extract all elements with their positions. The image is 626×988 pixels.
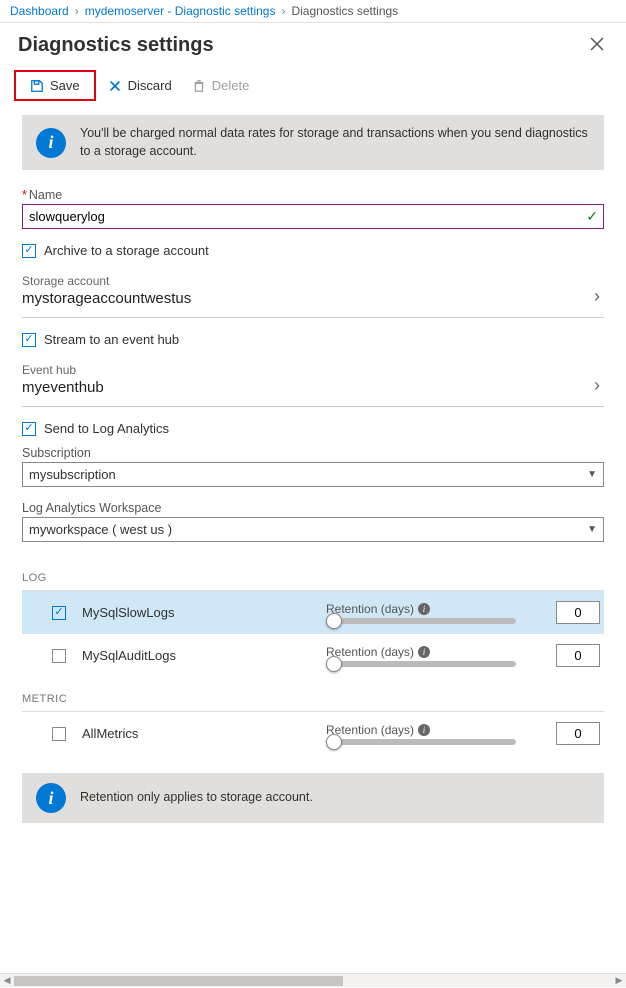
info-icon[interactable]: i bbox=[418, 646, 430, 658]
info-banner-retention: i Retention only applies to storage acco… bbox=[22, 773, 604, 823]
chevron-down-icon: ▼ bbox=[587, 469, 597, 480]
chevron-right-icon: › bbox=[594, 375, 604, 396]
valid-icon: ✓ bbox=[586, 208, 598, 225]
breadcrumb: Dashboard › mydemoserver - Diagnostic se… bbox=[0, 0, 626, 23]
retention-input-slow[interactable] bbox=[556, 601, 600, 624]
discard-label: Discard bbox=[128, 78, 172, 93]
close-icon bbox=[590, 37, 604, 51]
retention-slider-all[interactable] bbox=[326, 739, 516, 745]
close-button[interactable] bbox=[586, 31, 608, 60]
delete-button[interactable]: Delete bbox=[184, 74, 258, 97]
discard-button[interactable]: Discard bbox=[100, 74, 180, 97]
page-title: Diagnostics settings bbox=[18, 34, 214, 57]
chevron-down-icon: ▼ bbox=[587, 524, 597, 535]
archive-label: Archive to a storage account bbox=[44, 243, 209, 258]
retention-input-audit[interactable] bbox=[556, 644, 600, 667]
log-row-audit: MySqlAuditLogs Retention (days)i bbox=[22, 634, 604, 677]
workspace-select[interactable]: myworkspace ( west us ) ▼ bbox=[22, 517, 604, 542]
metric-section-header: METRIC bbox=[22, 677, 604, 712]
breadcrumb-current: Diagnostics settings bbox=[291, 4, 398, 18]
auditlogs-label: MySqlAuditLogs bbox=[82, 648, 176, 663]
info-icon: i bbox=[36, 783, 66, 813]
info-icon: i bbox=[36, 128, 66, 158]
storage-account-picker[interactable]: Storage account mystorageaccountwestus › bbox=[22, 268, 604, 318]
chevron-right-icon: › bbox=[75, 4, 79, 18]
send-la-checkbox[interactable] bbox=[22, 422, 36, 436]
save-button[interactable]: Save bbox=[22, 74, 88, 97]
retention-slider-slow[interactable] bbox=[326, 618, 516, 624]
breadcrumb-server[interactable]: mydemoserver - Diagnostic settings bbox=[85, 4, 276, 18]
breadcrumb-dashboard[interactable]: Dashboard bbox=[10, 4, 69, 18]
info-icon[interactable]: i bbox=[418, 724, 430, 736]
discard-icon bbox=[108, 79, 122, 93]
scroll-right-icon[interactable]: ▶ bbox=[612, 974, 626, 988]
auditlogs-checkbox[interactable] bbox=[52, 649, 66, 663]
info-icon[interactable]: i bbox=[418, 603, 430, 615]
info-banner-charges: i You'll be charged normal data rates fo… bbox=[22, 115, 604, 170]
delete-icon bbox=[192, 79, 206, 93]
info-text: You'll be charged normal data rates for … bbox=[80, 125, 590, 160]
horizontal-scrollbar[interactable]: ◀ ▶ bbox=[0, 973, 626, 987]
stream-label: Stream to an event hub bbox=[44, 332, 179, 347]
log-section-header: LOG bbox=[22, 556, 604, 591]
name-label: *Name bbox=[22, 188, 604, 202]
retention-slider-audit[interactable] bbox=[326, 661, 516, 667]
toolbar: Save Discard Delete bbox=[0, 64, 626, 115]
save-icon bbox=[30, 79, 44, 93]
retention-label: Retention (days)i bbox=[326, 602, 542, 616]
eventhub-label: Event hub bbox=[22, 363, 104, 377]
subscription-label: Subscription bbox=[22, 446, 604, 460]
storage-label: Storage account bbox=[22, 274, 191, 288]
delete-label: Delete bbox=[212, 78, 250, 93]
slowlogs-checkbox[interactable] bbox=[52, 606, 66, 620]
subscription-select[interactable]: mysubscription ▼ bbox=[22, 462, 604, 487]
chevron-right-icon: › bbox=[281, 4, 285, 18]
workspace-value: myworkspace ( west us ) bbox=[29, 522, 172, 537]
scroll-left-icon[interactable]: ◀ bbox=[0, 974, 14, 988]
storage-value: mystorageaccountwestus bbox=[22, 290, 191, 307]
archive-checkbox[interactable] bbox=[22, 244, 36, 258]
slowlogs-label: MySqlSlowLogs bbox=[82, 605, 175, 620]
subscription-value: mysubscription bbox=[29, 467, 116, 482]
workspace-label: Log Analytics Workspace bbox=[22, 501, 604, 515]
allmetrics-checkbox[interactable] bbox=[52, 727, 66, 741]
retention-input-all[interactable] bbox=[556, 722, 600, 745]
retention-label: Retention (days)i bbox=[326, 723, 542, 737]
stream-checkbox[interactable] bbox=[22, 333, 36, 347]
allmetrics-label: AllMetrics bbox=[82, 726, 138, 741]
retention-label: Retention (days)i bbox=[326, 645, 542, 659]
chevron-right-icon: › bbox=[594, 286, 604, 307]
name-input[interactable] bbox=[22, 204, 604, 229]
send-la-label: Send to Log Analytics bbox=[44, 421, 169, 436]
log-row-slow: MySqlSlowLogs Retention (days)i bbox=[22, 591, 604, 634]
info-text: Retention only applies to storage accoun… bbox=[80, 789, 313, 807]
metric-row-all: AllMetrics Retention (days)i bbox=[22, 712, 604, 755]
event-hub-picker[interactable]: Event hub myeventhub › bbox=[22, 357, 604, 407]
save-label: Save bbox=[50, 78, 80, 93]
eventhub-value: myeventhub bbox=[22, 379, 104, 396]
